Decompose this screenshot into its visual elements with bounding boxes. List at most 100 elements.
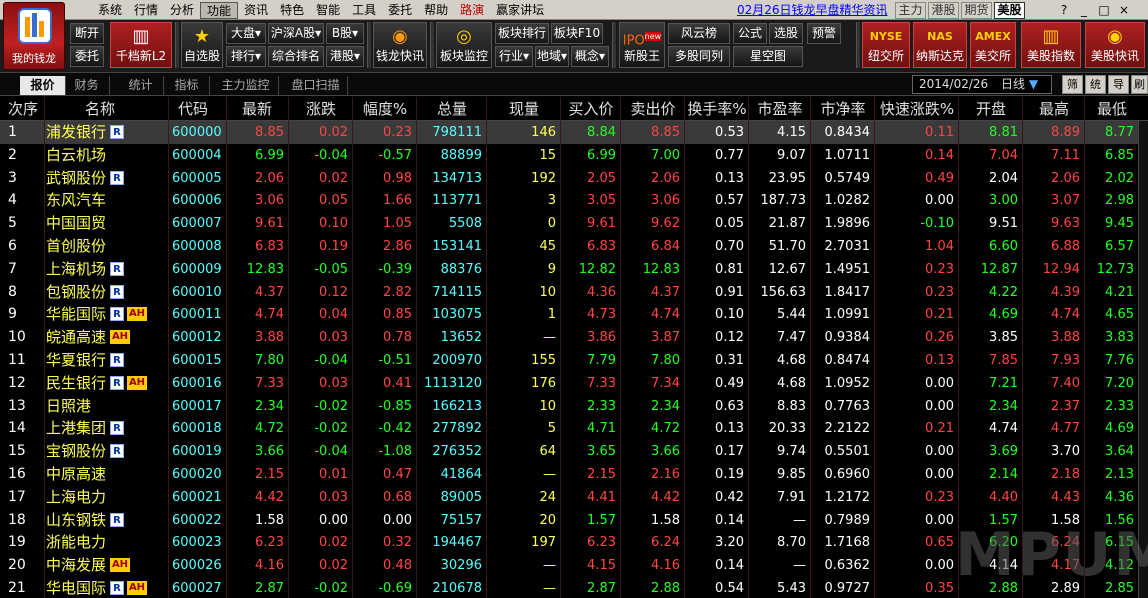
column-header[interactable]: 卖出价 xyxy=(622,97,684,121)
table-row[interactable]: 11 华夏银行 R 600015 7.80 -0.04 -0.51 200970 155 7.79… xyxy=(0,349,1138,372)
news-link[interactable]: 02月26日钱龙早盘精华资讯 xyxy=(737,3,888,17)
table-row[interactable]: 16 中原高速 600020 2.15 0.01 0.47 41864 — 2.15 2.16 0.… xyxy=(0,463,1138,486)
concept-button[interactable]: 概念▾ xyxy=(571,46,609,67)
column-header[interactable]: 名称 xyxy=(45,97,155,121)
rank-button[interactable]: 排行▾ xyxy=(226,46,266,67)
filter-button[interactable]: 筛 xyxy=(1062,75,1083,94)
sector-f10-button[interactable]: 板块F10 xyxy=(551,23,603,44)
column-header[interactable]: 开盘 xyxy=(960,97,1022,121)
column-header[interactable]: 买入价 xyxy=(562,97,620,121)
column-header[interactable]: 最高 xyxy=(1024,97,1084,121)
star-map-button[interactable]: 星空图 xyxy=(733,46,803,67)
disconnect-button[interactable]: 断开 xyxy=(70,23,104,44)
column-header[interactable]: 换手率% xyxy=(686,97,748,121)
market-tab[interactable]: 期货 xyxy=(961,2,992,19)
column-header[interactable]: 快速涨跌% xyxy=(876,97,958,121)
cell-low: 8.77 xyxy=(1105,125,1134,140)
sub-tab[interactable]: 指标 xyxy=(164,76,210,95)
column-header[interactable]: 现量 xyxy=(488,97,560,121)
table-row[interactable]: 17 上海电力 600021 4.42 0.03 0.68 89005 24 4.41 4.42 0… xyxy=(0,486,1138,509)
dapan-button[interactable]: 大盘▾ xyxy=(226,23,266,44)
column-header[interactable]: 最新 xyxy=(226,97,288,121)
cell-chg: 0.03 xyxy=(319,489,348,505)
sub-tab[interactable]: 主力监控 xyxy=(213,76,279,95)
column-header[interactable]: 市盈率 xyxy=(750,97,810,121)
help-icon[interactable]: ? xyxy=(1054,2,1074,18)
table-row[interactable]: 4 东风汽车 600006 3.06 0.05 1.66 113771 3 3.05 3.06 0.… xyxy=(0,189,1138,212)
market-tab[interactable]: 主力 xyxy=(895,2,926,19)
formula-button[interactable]: 公式 xyxy=(733,23,767,44)
table-row[interactable]: 6 首创股份 600008 6.83 0.19 2.86 153141 45 6.83 6.84 0… xyxy=(0,235,1138,258)
column-header[interactable]: 涨跌 xyxy=(290,97,352,121)
menu-item[interactable]: 行情 xyxy=(128,2,164,19)
column-header[interactable]: 次序 xyxy=(2,97,42,121)
hk-button[interactable]: 港股▾ xyxy=(326,46,364,67)
cell-bid: 4.15 xyxy=(587,558,616,574)
column-header[interactable]: 总量 xyxy=(418,97,486,121)
new-stock-button[interactable]: IPOnew 新股王 xyxy=(619,22,665,68)
menu-item[interactable]: 功能 xyxy=(200,2,239,19)
column-header[interactable]: 市净率 xyxy=(812,97,874,121)
export-button[interactable]: 导 xyxy=(1108,75,1129,94)
menu-item[interactable]: 帮助 xyxy=(418,2,454,19)
menu-item[interactable]: 赢家讲坛 xyxy=(490,2,550,19)
table-row[interactable]: 15 宝钢股份 R 600019 3.66 -0.04 -1.08 276352 64 3.65 3… xyxy=(0,440,1138,463)
menu-item[interactable]: 分析 xyxy=(164,2,200,19)
table-row[interactable]: 8 包钢股份 R 600010 4.37 0.12 2.82 714115 10 4.36 4.37… xyxy=(0,281,1138,304)
mystock-button[interactable]: ★ 自选股 xyxy=(181,22,223,68)
table-row[interactable]: 5 中国国贸 600007 9.61 0.10 1.05 5508 0 9.61 9.62 0.05… xyxy=(0,212,1138,235)
table-row[interactable]: 3 武钢股份 R 600005 2.06 0.02 0.98 134713 192 2.05 2.0… xyxy=(0,167,1138,190)
stats-button[interactable]: 统 xyxy=(1085,75,1106,94)
table-row[interactable]: 7 上海机场 R 600009 12.83 -0.05 -0.39 88376 9 12.82 12… xyxy=(0,258,1138,281)
menu-item[interactable]: 工具 xyxy=(346,2,382,19)
market-tab[interactable]: 港股 xyxy=(928,2,959,19)
menu-item[interactable]: 路演 xyxy=(454,2,490,19)
table-row[interactable]: 13 日照港 600017 2.34 -0.02 -0.85 166213 10 2.33 2.3… xyxy=(0,395,1138,418)
close-icon[interactable]: × xyxy=(1114,2,1134,18)
sub-tab[interactable]: 财务 xyxy=(64,76,110,95)
sector-monitor-button[interactable]: ◎ 板块监控 xyxy=(436,22,492,68)
amex-button[interactable]: AMEX 美交所 xyxy=(970,22,1016,68)
menu-item[interactable]: 特色 xyxy=(274,2,310,19)
table-row[interactable]: 1 浦发银行 R 600000 8.85 0.02 0.23 798111 146 8.84 8.8… xyxy=(0,121,1138,144)
column-header[interactable]: 代码 xyxy=(170,97,226,121)
app-logo[interactable]: 我的钱龙 xyxy=(3,2,65,70)
qianlong-news-button[interactable]: ◉ 钱龙快讯 xyxy=(373,22,427,68)
region-button[interactable]: 地域▾ xyxy=(535,46,569,67)
date-selector[interactable]: 2014/02/26 日线 ▼ xyxy=(912,75,1052,94)
us-index-button[interactable]: ▥ 美股指数 xyxy=(1021,22,1081,68)
minimize-icon[interactable]: _ xyxy=(1074,2,1094,18)
sector-rank-button[interactable]: 板块排行 xyxy=(495,23,549,44)
l2-button[interactable]: ▥ 千档新L2 xyxy=(110,22,172,68)
fengyun-button[interactable]: 风云榜 xyxy=(668,23,730,44)
sub-tab[interactable]: 统计 xyxy=(118,76,164,95)
multi-stock-button[interactable]: 多股同列 xyxy=(668,46,730,67)
hushen-a-button[interactable]: 沪深A股▾ xyxy=(268,23,324,44)
sub-tab[interactable]: 盘口扫描 xyxy=(284,76,348,95)
industry-button[interactable]: 行业▾ xyxy=(495,46,533,67)
sub-tab[interactable]: 报价 xyxy=(20,76,66,95)
nasdaq-button[interactable]: NAS 纳斯达克 xyxy=(913,22,967,68)
menu-item[interactable]: 系统 xyxy=(92,2,128,19)
rank-label: 排行 xyxy=(230,49,255,63)
alert-button[interactable]: 预警 xyxy=(807,23,841,44)
us-news-button[interactable]: ◉ 美股快讯 xyxy=(1085,22,1145,68)
select-stock-button[interactable]: 选股 xyxy=(769,23,803,44)
b-share-button[interactable]: B股▾ xyxy=(326,23,364,44)
column-header[interactable]: 幅度% xyxy=(354,97,416,121)
table-row[interactable]: 10 皖通高速 AH 600012 3.88 0.03 0.78 13652—3.86 3.87… xyxy=(0,326,1138,349)
nyse-button[interactable]: NYSE 纽交所 xyxy=(862,22,910,68)
refresh-button[interactable]: 刷 xyxy=(1131,75,1148,94)
market-tab[interactable]: 美股 xyxy=(994,2,1025,19)
menu-item[interactable]: 资讯 xyxy=(238,2,274,19)
maximize-icon[interactable]: □ xyxy=(1094,2,1114,18)
table-row[interactable]: 9 华能国际 R AH 600011 4.74 0.04 0.85 103075 1 4.73 4.7… xyxy=(0,303,1138,326)
entrust-button[interactable]: 委托 xyxy=(70,46,104,67)
menu-item[interactable]: 智能 xyxy=(310,2,346,19)
menu-item[interactable]: 委托 xyxy=(382,2,418,19)
table-row[interactable]: 12 民生银行 R AH 600016 7.33 0.03 0.41 1113120 176 7.3… xyxy=(0,372,1138,395)
composite-rank-button[interactable]: 综合排名▾ xyxy=(268,46,324,82)
table-row[interactable]: 2 白云机场 600004 6.99 -0.04 -0.57 88899 15 6.99 7.00… xyxy=(0,144,1138,167)
table-row[interactable]: 14 上港集团 R 600018 4.72 -0.02 -0.42 277892 5 4.71 4.… xyxy=(0,417,1138,440)
column-header[interactable]: 最低 xyxy=(1086,97,1138,121)
